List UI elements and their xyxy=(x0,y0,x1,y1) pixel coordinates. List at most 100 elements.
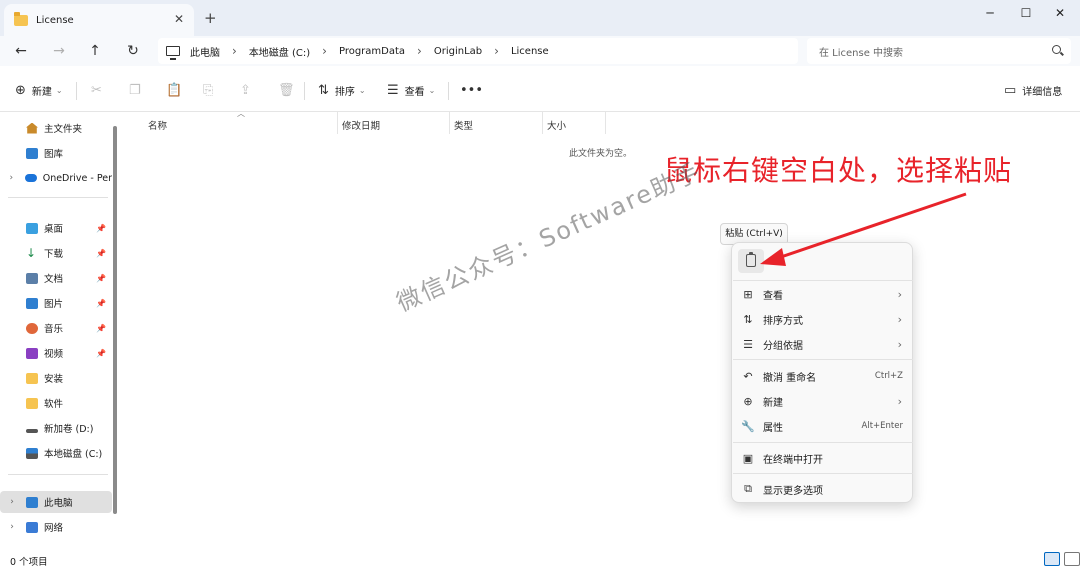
copy-icon: ❐ xyxy=(129,82,141,98)
desktop-icon xyxy=(26,222,38,234)
menu-item-undo-rename[interactable]: ↶ 撤消 重命名 Ctrl+Z xyxy=(732,364,914,388)
breadcrumb-separator[interactable]: › xyxy=(494,44,499,58)
home-icon xyxy=(26,122,38,134)
back-button[interactable]: ← xyxy=(10,41,32,61)
cut-button[interactable]: ✂ xyxy=(91,82,108,98)
menu-divider xyxy=(733,473,913,474)
more-options-icon: ⧉ xyxy=(744,482,752,495)
column-divider[interactable] xyxy=(449,112,450,134)
column-header-type[interactable]: 类型 xyxy=(454,118,473,132)
details-view-button[interactable] xyxy=(1044,552,1060,566)
address-bar[interactable]: 此电脑 › 本地磁盘 (C:) › ProgramData › OriginLa… xyxy=(158,38,798,64)
sidebar-item-label: 下载 xyxy=(44,249,64,260)
pc-icon xyxy=(166,46,180,60)
sidebar-item-home[interactable]: 主文件夹 xyxy=(0,117,112,139)
more-button[interactable]: ••• xyxy=(460,82,489,98)
new-button[interactable]: ⊕ 新建 ⌄ xyxy=(15,82,63,98)
menu-item-properties[interactable]: 🔧 属性 Alt+Enter xyxy=(732,414,914,438)
sidebar-item-install[interactable]: 安装 xyxy=(0,367,112,389)
videos-icon xyxy=(26,347,38,359)
up-button[interactable]: ↑ xyxy=(84,41,106,61)
delete-button[interactable]: 🗑 xyxy=(278,82,301,98)
breadcrumb-separator[interactable]: › xyxy=(417,44,422,58)
column-divider[interactable] xyxy=(605,112,606,134)
breadcrumb-programdata[interactable]: ProgramData xyxy=(339,46,405,57)
column-divider[interactable] xyxy=(337,112,338,134)
column-header-size[interactable]: 大小 xyxy=(547,118,566,132)
pin-icon[interactable]: 📌 xyxy=(96,274,106,283)
sidebar-item-network[interactable]: › 网络 xyxy=(0,516,112,538)
menu-item-open-in-terminal[interactable]: ▣ 在终端中打开 xyxy=(732,446,914,470)
tab-license[interactable]: License ✕ xyxy=(4,4,194,36)
pin-icon[interactable]: 📌 xyxy=(96,299,106,308)
download-icon: ↓ xyxy=(26,245,37,260)
empty-folder-message: 此文件夹为空。 xyxy=(569,149,633,159)
pin-icon[interactable]: 📌 xyxy=(96,249,106,258)
tiles-view-button[interactable] xyxy=(1064,552,1080,566)
chevron-right-icon[interactable]: › xyxy=(6,173,17,183)
sidebar-item-label: 主文件夹 xyxy=(44,124,83,135)
sidebar-item-label: 安装 xyxy=(44,374,64,385)
sidebar-item-videos[interactable]: 视频 📌 xyxy=(0,342,112,364)
minimize-button[interactable]: ─ xyxy=(970,4,1010,26)
view-button[interactable]: ☰ 查看 ⌄ xyxy=(387,82,435,98)
new-tab-button[interactable]: + xyxy=(204,9,217,27)
sidebar-item-label: 音乐 xyxy=(44,324,64,335)
context-paste-button[interactable] xyxy=(738,249,764,273)
search-input[interactable]: 在 License 中搜索 xyxy=(807,38,1071,64)
undo-icon: ↶ xyxy=(743,369,753,383)
sidebar-item-desktop[interactable]: 桌面 📌 xyxy=(0,217,112,239)
column-divider[interactable] xyxy=(542,112,543,134)
sidebar-item-documents[interactable]: 文档 📌 xyxy=(0,267,112,289)
network-icon xyxy=(26,521,38,533)
menu-item-label: 排序方式 xyxy=(763,315,803,327)
sidebar-item-drive-d[interactable]: 新加卷 (D:) xyxy=(0,417,112,439)
copy-button[interactable]: ❐ xyxy=(129,82,147,98)
menu-item-sort-by[interactable]: ⇅ 排序方式 › xyxy=(732,307,914,331)
details-button[interactable]: ▭ 详细信息 xyxy=(1004,82,1062,98)
chevron-right-icon[interactable]: › xyxy=(6,497,18,507)
refresh-button[interactable]: ↻ xyxy=(122,41,144,61)
sidebar-item-label: 软件 xyxy=(44,399,64,410)
sidebar-item-gallery[interactable]: 图库 xyxy=(0,142,112,164)
menu-item-new[interactable]: ⊕ 新建 › xyxy=(732,389,914,413)
sort-button[interactable]: ⇅ 排序 ⌄ xyxy=(318,82,366,98)
column-header-name[interactable]: 名称 xyxy=(148,118,167,132)
divider xyxy=(8,474,108,475)
breadcrumb-c-drive[interactable]: 本地磁盘 (C:) xyxy=(249,44,310,59)
breadcrumb-separator[interactable]: › xyxy=(232,44,237,58)
wrench-icon: 🔧 xyxy=(741,419,755,433)
sidebar-item-onedrive[interactable]: › OneDrive - Per xyxy=(0,167,112,189)
close-tab-icon[interactable]: ✕ xyxy=(174,12,184,26)
menu-item-show-more-options[interactable]: ⧉ 显示更多选项 xyxy=(732,477,914,501)
pin-icon[interactable]: 📌 xyxy=(96,224,106,233)
pin-icon[interactable]: 📌 xyxy=(96,349,106,358)
breadcrumb-license[interactable]: License xyxy=(511,46,549,57)
menu-item-group-by[interactable]: ☰ 分组依据 › xyxy=(732,332,914,356)
paste-button[interactable]: 📋 xyxy=(166,82,188,98)
sidebar-item-label: 此电脑 xyxy=(44,498,73,509)
chevron-right-icon[interactable]: › xyxy=(6,522,18,532)
sidebar-item-software[interactable]: 软件 xyxy=(0,392,112,414)
sidebar-item-this-pc[interactable]: › 此电脑 xyxy=(0,491,112,513)
sidebar-item-music[interactable]: 音乐 📌 xyxy=(0,317,112,339)
rename-button[interactable]: ⎘ xyxy=(203,82,219,98)
menu-item-label: 显示更多选项 xyxy=(763,485,823,497)
column-header-date[interactable]: 修改日期 xyxy=(342,118,380,132)
forward-button[interactable]: → xyxy=(48,41,70,61)
breadcrumb-originlab[interactable]: OriginLab xyxy=(434,46,482,57)
breadcrumb-this-pc[interactable]: 此电脑 xyxy=(190,44,220,59)
context-menu: ⊞ 查看 › ⇅ 排序方式 › ☰ 分组依据 › ↶ 撤消 重命名 Ctrl+Z… xyxy=(731,242,913,503)
sidebar-item-drive-c[interactable]: 本地磁盘 (C:) xyxy=(0,442,112,464)
sidebar-item-downloads[interactable]: ↓ 下载 📌 xyxy=(0,242,112,264)
sidebar-item-pictures[interactable]: 图片 📌 xyxy=(0,292,112,314)
sidebar-item-label: 图片 xyxy=(44,299,64,310)
menu-item-view[interactable]: ⊞ 查看 › xyxy=(732,282,914,306)
pin-icon[interactable]: 📌 xyxy=(96,324,106,333)
sidebar-scrollbar[interactable] xyxy=(113,126,117,514)
breadcrumb-separator[interactable]: › xyxy=(322,44,327,58)
share-button[interactable]: ⇪ xyxy=(240,82,257,98)
gallery-icon xyxy=(26,147,38,159)
sidebar-item-label: 桌面 xyxy=(44,224,64,235)
close-window-button[interactable]: ✕ xyxy=(1040,4,1080,26)
